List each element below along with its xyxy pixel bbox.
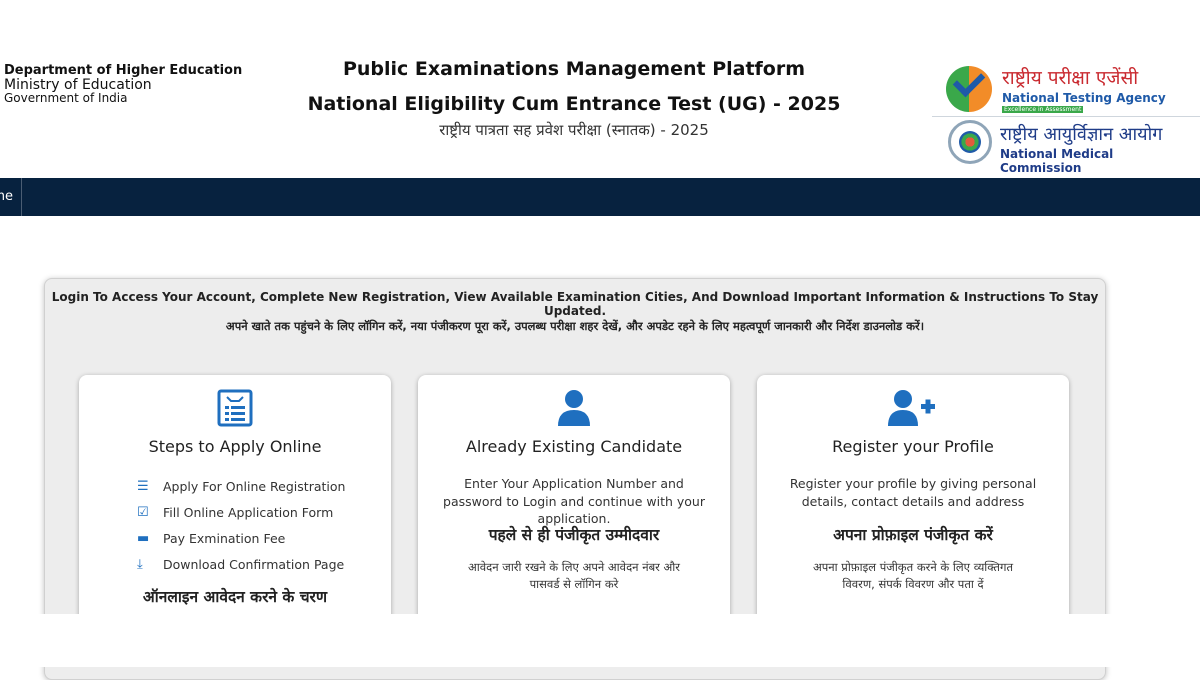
intro-text-hindi: अपने खाते तक पहुंचने के लिए लॉगिन करें, … [225, 319, 925, 333]
page-header: Department of Higher Education Ministry … [0, 0, 1200, 178]
nta-name-hindi: राष्ट्रीय परीक्षा एजेंसी [1002, 67, 1139, 89]
platform-title: Public Examinations Management Platform [342, 58, 806, 80]
edit-icon: ☑ [137, 504, 149, 520]
user-plus-icon [757, 389, 1069, 429]
nta-logo[interactable]: राष्ट्रीय परीक्षा एजेंसी National Testin… [946, 64, 1196, 114]
dept-line-3: Government of India [4, 91, 128, 106]
step-fill-form[interactable]: ☑ Fill Online Application Form [137, 499, 345, 525]
card-title-hindi: अपना प्रोफ़ाइल पंजीकृत करें [833, 526, 993, 544]
nmc-name-hindi: राष्ट्रीय आयुर्विज्ञान आयोग [1000, 124, 1163, 145]
main-navbar: Home [0, 178, 1200, 216]
step-apply-registration[interactable]: ☰ Apply For Online Registration [137, 473, 345, 499]
step-label: Download Confirmation Page [163, 556, 345, 572]
header-titles: Public Examinations Management Platform … [274, 58, 874, 140]
logo-divider [932, 116, 1200, 117]
dept-line-2: Ministry of Education [4, 76, 152, 93]
card-title-hindi: पहले से ही पंजीकृत उम्मीदवार [488, 526, 660, 544]
bottom-crop-area [0, 614, 1200, 667]
list-icon: ☰ [137, 478, 149, 494]
nmc-seal-icon [948, 120, 992, 164]
exam-title-hindi: राष्ट्रीय पात्रता सह प्रवेश परीक्षा (स्न… [439, 121, 709, 139]
step-label: Fill Online Application Form [163, 504, 334, 520]
download-icon: ⤓ [137, 556, 143, 572]
card-icon: ▬ [137, 530, 150, 546]
agency-logos: राष्ट्रीय परीक्षा एजेंसी National Testin… [932, 60, 1200, 175]
step-label: Apply For Online Registration [163, 478, 346, 494]
card-description: Enter Your Application Number and passwo… [443, 476, 705, 526]
register-profile-card[interactable]: Register your Profile Register your prof… [757, 375, 1069, 655]
card-title: Steps to Apply Online [148, 437, 322, 456]
card-title: Register your Profile [832, 437, 994, 456]
nmc-name-english: National Medical Commission [1000, 147, 1114, 175]
form-icon [79, 389, 391, 429]
step-pay-fee[interactable]: ▬ Pay Exmination Fee [137, 525, 345, 551]
nta-tagline: Excellence in Assessment [1002, 106, 1084, 113]
nta-name-english: National Testing Agency [1002, 91, 1166, 105]
nav-home-link[interactable]: Home [0, 178, 22, 216]
step-label: Pay Exmination Fee [163, 530, 286, 546]
user-icon [418, 389, 730, 429]
card-description: Register your profile by giving personal… [789, 476, 1037, 509]
card-title-hindi: ऑनलाइन आवेदन करने के चरण [142, 588, 328, 606]
nta-emblem-icon [946, 64, 992, 112]
nmc-logo[interactable]: राष्ट्रीय आयुर्विज्ञान आयोग National Med… [948, 120, 1198, 175]
department-block: Department of Higher Education Ministry … [4, 64, 242, 105]
existing-candidate-card[interactable]: Already Existing Candidate Enter Your Ap… [418, 375, 730, 655]
card-description-hindi: आवेदन जारी रखने के लिए अपने आवेदन नंबर औ… [468, 560, 680, 592]
card-title: Already Existing Candidate [465, 437, 683, 456]
steps-list: ☰ Apply For Online Registration ☑ Fill O… [137, 473, 345, 577]
steps-to-apply-card[interactable]: Steps to Apply Online ☰ Apply For Online… [79, 375, 391, 655]
intro-text-english: Login To Access Your Account, Complete N… [51, 290, 1099, 318]
exam-title: National Eligibility Cum Entrance Test (… [307, 93, 841, 115]
step-download-confirmation[interactable]: ⤓ Download Confirmation Page [137, 551, 345, 577]
dept-line-1: Department of Higher Education [4, 63, 243, 78]
card-description-hindi: अपना प्रोफ़ाइल पंजीकृत करने के लिए व्यक्… [812, 560, 1014, 592]
